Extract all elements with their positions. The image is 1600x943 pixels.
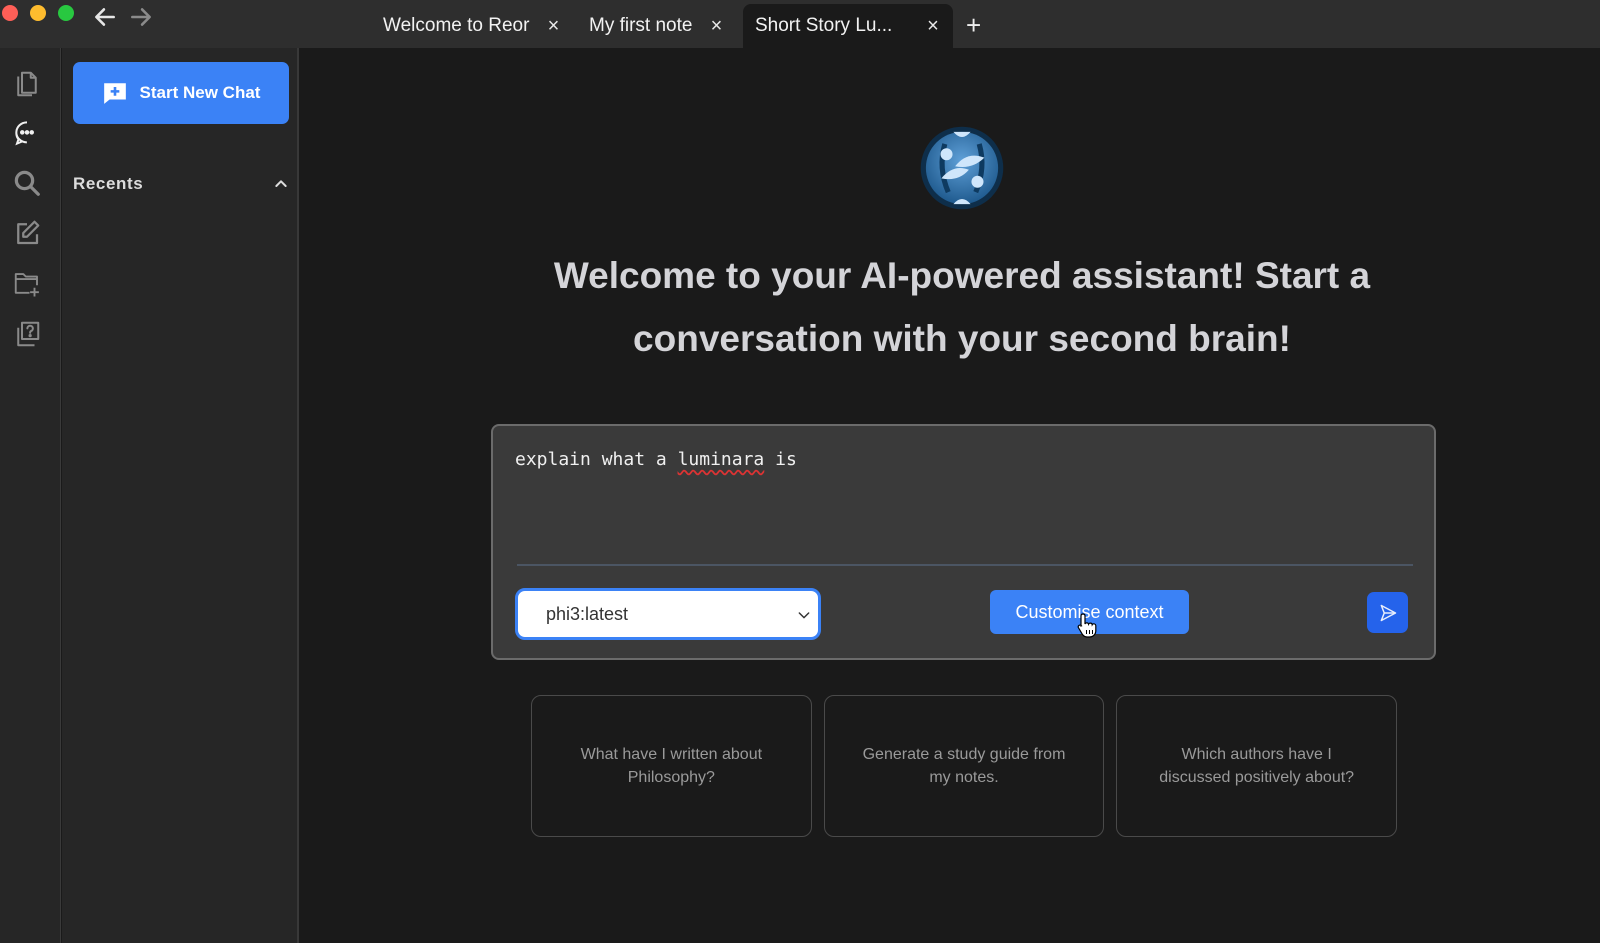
start-new-chat-label: Start New Chat	[139, 83, 261, 102]
composer-divider	[517, 564, 1413, 566]
chat-sidebar: Start New Chat Recents	[62, 48, 299, 943]
add-tab-button[interactable]: +	[966, 12, 981, 38]
tab-label: Welcome to Reor	[383, 15, 530, 36]
chevron-down-icon	[798, 612, 810, 619]
suggestion-list: What have I written about Philosophy? Ge…	[531, 695, 1398, 837]
icon-bar	[0, 48, 61, 943]
tab-my-first-note[interactable]: My first note ×	[589, 4, 724, 48]
start-new-chat-button[interactable]: Start New Chat	[73, 62, 289, 124]
recents-header[interactable]: Recents	[73, 174, 289, 194]
welcome-headline: Welcome to your AI-powered assistant! St…	[553, 255, 1371, 359]
prompt-input[interactable]: explain what a luminara is	[515, 448, 1395, 538]
files-button[interactable]	[12, 69, 42, 99]
close-tab-icon[interactable]: ×	[545, 15, 561, 38]
help-icon	[17, 321, 40, 347]
maximize-window-button[interactable]	[58, 5, 74, 21]
new-folder-button[interactable]	[12, 269, 42, 299]
edit-note-button[interactable]	[12, 218, 42, 248]
new-chat-icon	[103, 83, 126, 104]
suggestion-card[interactable]: Which authors have I discussed positivel…	[1116, 695, 1398, 837]
minimize-window-button[interactable]	[30, 5, 46, 21]
close-window-button[interactable]	[2, 5, 18, 21]
tab-label: My first note	[589, 15, 693, 36]
pointer-hand-cursor-icon	[1077, 613, 1097, 638]
search-icon	[14, 170, 40, 196]
prompt-text: is	[764, 449, 797, 470]
model-select[interactable]: phi3:latest	[515, 588, 821, 640]
help-button[interactable]	[12, 319, 42, 349]
chevron-up-icon[interactable]	[273, 176, 289, 192]
suggestion-card[interactable]: What have I written about Philosophy?	[531, 695, 812, 837]
chat-button[interactable]	[12, 118, 42, 148]
prompt-text: explain what a	[515, 449, 678, 470]
tab-short-story[interactable]: Short Story Lu... ×	[743, 4, 953, 48]
chat-icon	[15, 121, 35, 146]
reor-logo-icon	[920, 126, 1004, 210]
misspelled-word: luminara	[677, 449, 765, 470]
chat-main: Welcome to your AI-powered assistant! St…	[300, 48, 1600, 943]
send-icon	[1380, 604, 1396, 621]
edit-note-icon	[17, 220, 40, 245]
close-tab-icon[interactable]: ×	[925, 15, 941, 38]
model-select-value: phi3:latest	[546, 603, 629, 624]
suggestion-card[interactable]: Generate a study guide from my notes.	[823, 695, 1105, 837]
close-tab-icon[interactable]: ×	[708, 15, 724, 38]
forward-button[interactable]	[128, 4, 154, 30]
tab-welcome-to-reor[interactable]: Welcome to Reor ×	[383, 4, 561, 48]
chat-composer: explain what a luminara is phi3:latest C…	[491, 424, 1436, 660]
arrow-left-icon	[95, 8, 115, 26]
files-icon	[17, 71, 37, 97]
new-folder-icon	[14, 273, 39, 297]
tab-label: Short Story Lu...	[755, 15, 893, 36]
recents-label: Recents	[73, 174, 144, 193]
search-button[interactable]	[12, 168, 42, 198]
send-button[interactable]	[1367, 592, 1408, 633]
arrow-right-icon	[131, 8, 151, 26]
back-button[interactable]	[92, 4, 118, 30]
title-bar: Welcome to Reor × My first note × Short …	[0, 0, 1600, 48]
